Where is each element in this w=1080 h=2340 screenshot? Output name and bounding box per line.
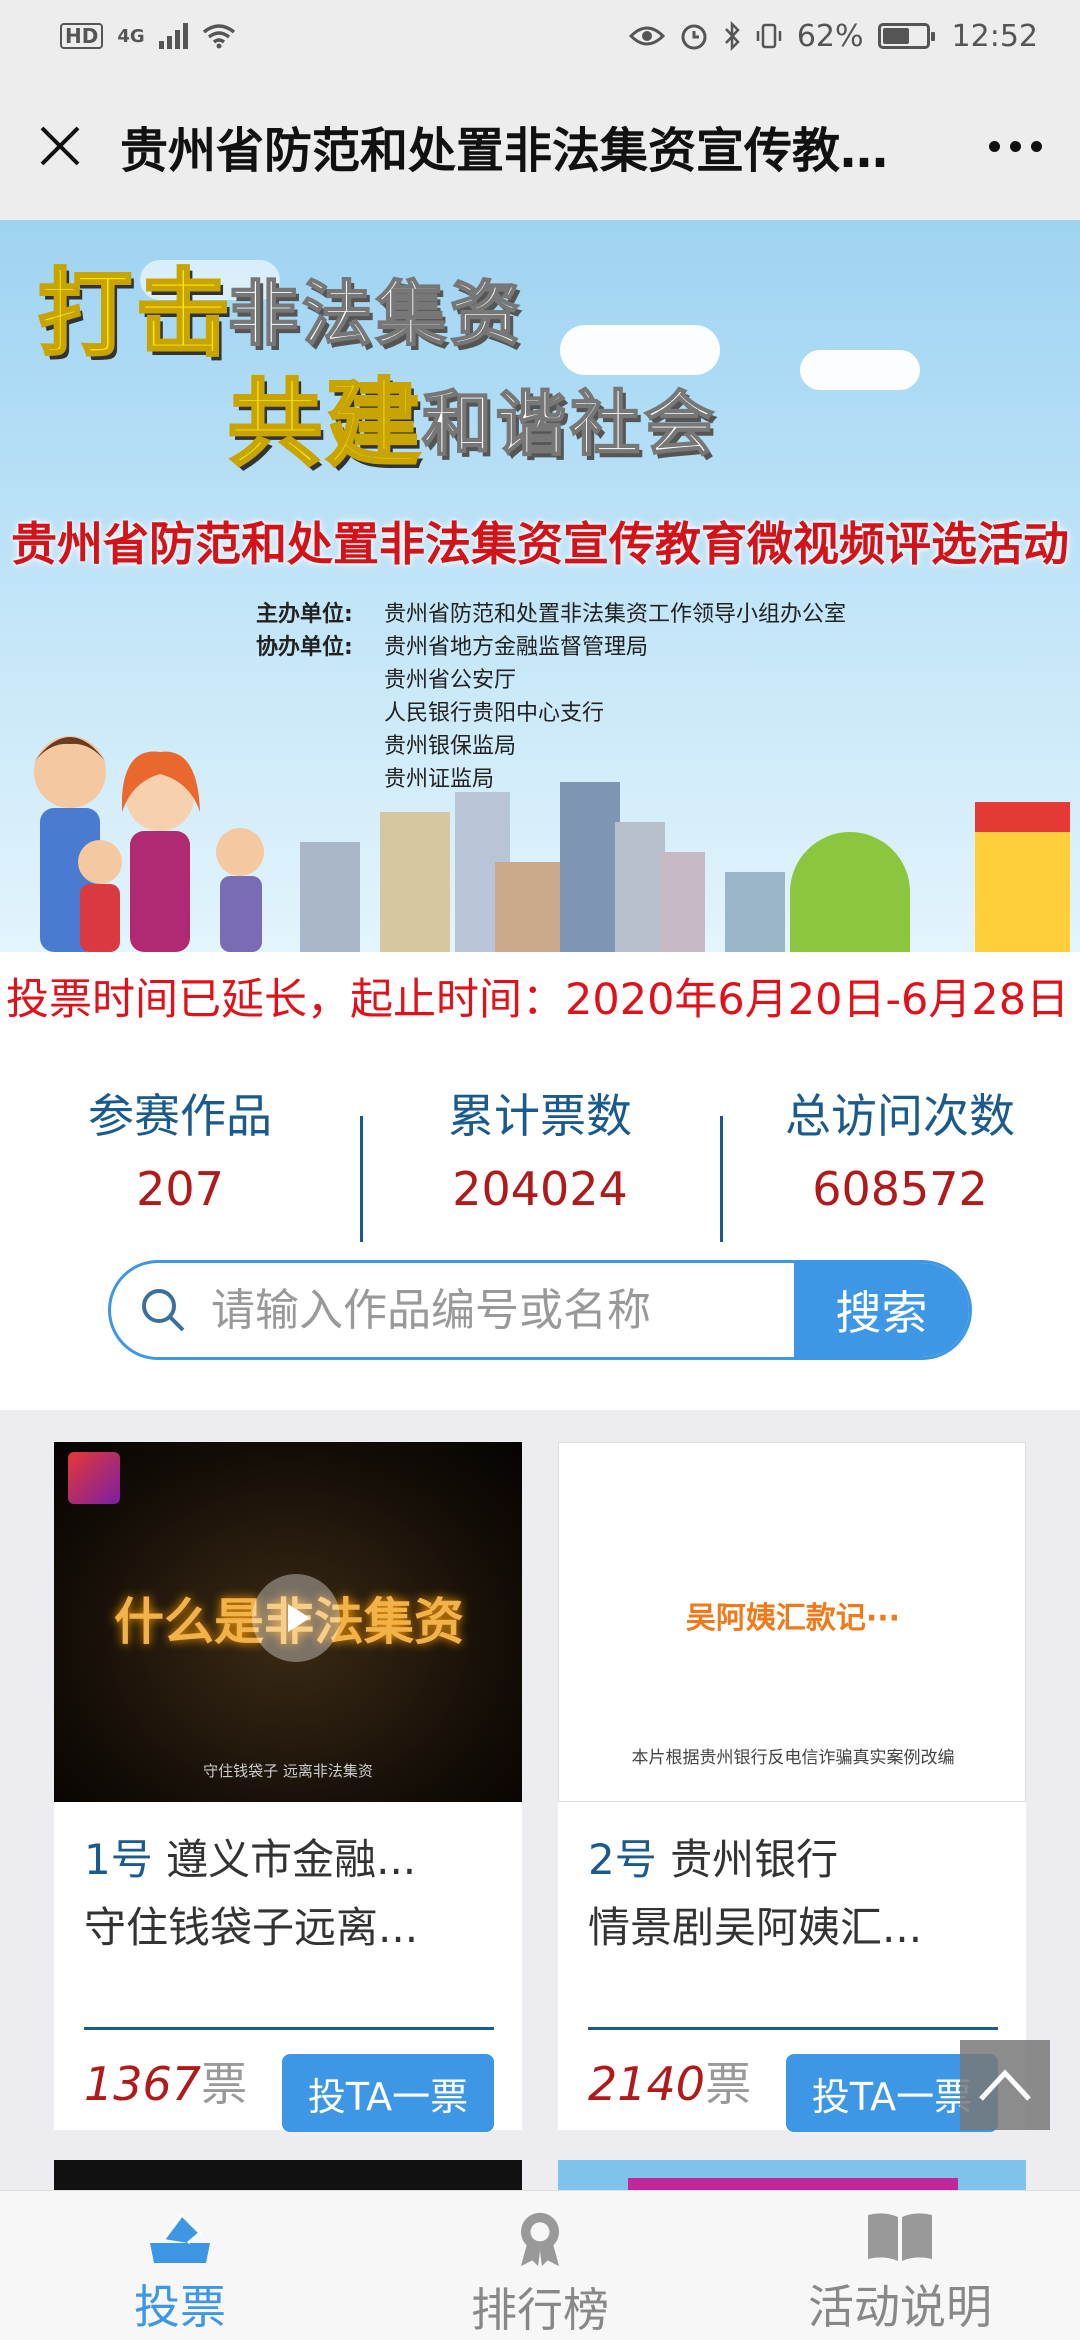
vote-icon (150, 2212, 210, 2263)
vibrate-icon (756, 23, 782, 49)
thumbnail-caption: 本片根据贵州银行反电信诈骗真实案例改编 (631, 1748, 955, 1768)
stat-value: 207 (136, 1162, 224, 1216)
bottom-nav: 投票 排行榜 活动说明 (0, 2190, 1080, 2340)
banner: 打击 非法集资 共建 和谐社会 贵州省防范和处置非法集资宣传教育微视频评选活动 … (0, 220, 1080, 952)
stat-entries: 参赛作品 207 (0, 1070, 360, 1260)
entry-name: 守住钱袋子远离... (84, 1903, 419, 1952)
entry-title: 2号 贵州银行 情景剧吴阿姨汇... (588, 1826, 998, 1962)
vote-unit: 票 (705, 2057, 752, 2111)
search-icon (111, 1263, 201, 1357)
stat-value: 204024 (452, 1162, 628, 1216)
nav-label: 活动说明 (808, 2280, 992, 2334)
vote-button[interactable]: 投TA一票 (282, 2054, 494, 2132)
stats-panel: 参赛作品 207 累计票数 204024 总访问次数 608572 搜索 (0, 1040, 1080, 1410)
nav-rules[interactable]: 活动说明 (720, 2191, 1080, 2340)
play-icon[interactable] (252, 1574, 340, 1662)
bluetooth-icon (724, 21, 740, 51)
stats-row: 参赛作品 207 累计票数 204024 总访问次数 608572 (0, 1070, 1080, 1260)
status-left: HD 4G (60, 23, 236, 49)
entry-name: 情景剧吴阿姨汇... (588, 1903, 923, 1952)
entry-grid: 什么是非法集资 守住钱袋子 远离非法集资 1号 遵义市金融... 守住钱袋子远离… (0, 1410, 1080, 2200)
co-org: 贵州银保监局 (384, 734, 517, 759)
entry-author: 遵义市金融... (166, 1835, 417, 1884)
building (495, 862, 565, 952)
card-divider (588, 2027, 998, 2030)
vote-count: 2140票 (588, 2054, 751, 2114)
stat-label: 总访问次数 (785, 1089, 1015, 1143)
card-divider (84, 2027, 494, 2030)
vote-count: 1367票 (84, 2054, 247, 2114)
stat-label: 累计票数 (448, 1089, 632, 1143)
stat-total-votes: 累计票数 204024 (360, 1070, 720, 1260)
entry-number: 2号 (588, 1835, 657, 1884)
battery-icon (877, 23, 935, 49)
page-title: 贵州省防范和处置非法集资宣传教育微视频评选活动 (120, 123, 950, 179)
nav-label: 排行榜 (471, 2283, 609, 2337)
co-org: 贵州省公安厅 (384, 668, 517, 693)
slogan-build: 共建 (226, 369, 425, 481)
vote-number: 1367 (84, 2057, 202, 2111)
stat-visits: 总访问次数 608572 (720, 1070, 1080, 1260)
nav-vote[interactable]: 投票 (0, 2191, 360, 2340)
building (615, 822, 665, 952)
search-input[interactable] (201, 1263, 794, 1357)
signal-icon (158, 23, 188, 49)
title-bar: 贵州省防范和处置非法集资宣传教育微视频评选活动 (0, 72, 1080, 220)
medal-icon (520, 2212, 560, 2267)
nav-ranking[interactable]: 排行榜 (360, 2191, 720, 2340)
tree (790, 832, 910, 952)
stat-label: 参赛作品 (88, 1089, 272, 1143)
search-button[interactable]: 搜索 (794, 1263, 969, 1357)
entry-title: 1号 遵义市金融... 守住钱袋子远离... (84, 1826, 494, 1962)
entry-author: 贵州银行 (670, 1835, 839, 1884)
host-label: 主办单位: (256, 602, 353, 627)
thumbnail-title: 吴阿姨汇款记··· (685, 1601, 901, 1636)
book-icon (868, 2213, 932, 2261)
co-org: 人民银行贵阳中心支行 (384, 701, 605, 726)
eye-icon (628, 26, 665, 46)
vote-number: 2140 (588, 2057, 706, 2111)
slogan-illegal-fundraising: 非法集资 (227, 272, 524, 356)
status-bar: HD 4G 62% 12:52 (0, 0, 1080, 72)
status-right: 62% 12:52 (628, 18, 1038, 54)
slogan-harmony: 和谐社会 (421, 382, 718, 466)
co-org: 贵州省地方金融监督管理局 (384, 635, 649, 660)
building (560, 782, 620, 952)
house (975, 802, 1070, 952)
search-box: 搜索 (108, 1260, 972, 1360)
banner-event-title: 贵州省防范和处置非法集资宣传教育微视频评选活动 (11, 517, 1069, 571)
vote-period-notice: 投票时间已延长，起止时间：2020年6月20日-6月28日 (0, 952, 1080, 1040)
network-type: 4G (117, 25, 145, 47)
co-label: 协办单位: (256, 635, 353, 660)
building (725, 872, 785, 952)
building (300, 842, 360, 952)
stat-value: 608572 (812, 1162, 988, 1216)
clock: 12:52 (951, 18, 1038, 54)
close-icon[interactable] (0, 72, 120, 220)
video-thumbnail[interactable]: 吴阿姨汇款记··· 本片根据贵州银行反电信诈骗真实案例改编 (558, 1442, 1026, 1802)
back-to-top-button[interactable] (960, 2040, 1050, 2130)
slogan-strike: 打击 (36, 259, 235, 371)
chevron-up-icon (979, 2069, 1031, 2101)
alarm-icon (681, 24, 707, 50)
logo-icon (68, 1452, 120, 1504)
host-org: 贵州省防范和处置非法集资工作领导小组办公室 (384, 602, 847, 627)
organizer-list: 主办单位: 贵州省防范和处置非法集资工作领导小组办公室 协办单位: 贵州省地方金融监… (256, 598, 846, 796)
hd-badge: HD (60, 23, 104, 49)
nav-label: 投票 (134, 2280, 226, 2334)
entry-card[interactable]: 吴阿姨汇款记··· 本片根据贵州银行反电信诈骗真实案例改编 2号 贵州银行 情景… (558, 1442, 1026, 2132)
vote-unit: 票 (201, 2057, 248, 2111)
battery-percent: 62% (796, 18, 864, 54)
more-icon[interactable] (950, 72, 1080, 220)
thumbnail-caption: 守住钱袋子 远离非法集资 (203, 1762, 373, 1780)
wifi-icon (202, 24, 235, 49)
family-illustration (34, 736, 264, 952)
entry-number: 1号 (84, 1835, 153, 1884)
building (660, 852, 705, 952)
video-thumbnail[interactable]: 什么是非法集资 守住钱袋子 远离非法集资 (54, 1442, 522, 1802)
entry-card[interactable]: 什么是非法集资 守住钱袋子 远离非法集资 1号 遵义市金融... 守住钱袋子远离… (54, 1442, 522, 2132)
building (380, 812, 450, 952)
